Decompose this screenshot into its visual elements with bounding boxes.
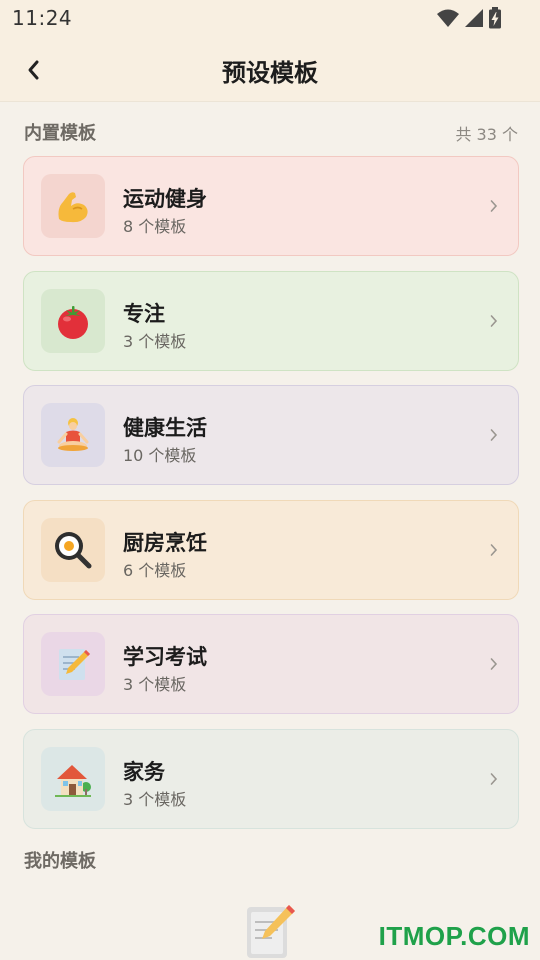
- page-title: 预设模板: [222, 59, 318, 87]
- template-count: 6: [123, 561, 134, 580]
- empty-state-icon: [244, 902, 298, 960]
- category-card-housework[interactable]: 家务 3 个模板: [23, 729, 519, 829]
- category-name: 厨房烹饪: [123, 531, 207, 555]
- signal-icon: [465, 9, 483, 27]
- chevron-right-icon: [490, 652, 500, 676]
- category-icon-box: [41, 632, 105, 696]
- template-unit-label: 个模板: [138, 217, 187, 236]
- category-icon-box: [41, 403, 105, 467]
- status-time: 11:24: [12, 6, 73, 30]
- chevron-right-icon: [490, 194, 500, 218]
- category-icon-box: [41, 747, 105, 811]
- category-card-fitness[interactable]: 运动健身 8 个模板: [23, 156, 519, 256]
- category-icon-box: [41, 174, 105, 238]
- chevron-right-icon: [490, 538, 500, 562]
- category-card-focus[interactable]: 专注 3 个模板: [23, 271, 519, 371]
- tomato-icon: [58, 306, 88, 339]
- watermark: ITMOP.COM: [378, 921, 530, 951]
- category-count: 3 个模板: [123, 671, 186, 695]
- template-count: 3: [123, 332, 134, 351]
- category-icon-box: [41, 289, 105, 353]
- frying-pan-egg-icon: [55, 532, 92, 569]
- template-count: 3: [123, 675, 134, 694]
- app-bar: 预设模板: [0, 38, 540, 102]
- template-count: 3: [123, 790, 134, 809]
- flexed-biceps-icon: [58, 192, 88, 223]
- template-count: 8: [123, 217, 134, 236]
- house-garden-icon: [55, 765, 91, 797]
- builtin-section-title: 内置模板: [24, 123, 96, 144]
- category-name: 家务: [123, 760, 165, 784]
- my-section-title: 我的模板: [24, 851, 96, 872]
- category-card-kitchen-cooking[interactable]: 厨房烹饪 6 个模板: [23, 500, 519, 600]
- category-name: 学习考试: [123, 645, 207, 669]
- category-count: 3 个模板: [123, 786, 186, 810]
- category-name: 专注: [123, 302, 165, 326]
- builtin-section-count: 共 33 个: [455, 125, 518, 144]
- category-name: 健康生活: [123, 416, 207, 440]
- status-bar: 11:24: [0, 0, 540, 38]
- category-count: 3 个模板: [123, 328, 186, 352]
- category-count: 6 个模板: [123, 557, 186, 581]
- chevron-right-icon: [490, 309, 500, 333]
- category-card-healthy-living[interactable]: 健康生活 10 个模板: [23, 385, 519, 485]
- category-card-study-exam[interactable]: 学习考试 3 个模板: [23, 614, 519, 714]
- status-icons: [436, 7, 502, 29]
- chevron-right-icon: [490, 423, 500, 447]
- category-name: 运动健身: [123, 187, 207, 211]
- category-count: 10 个模板: [123, 442, 196, 466]
- template-unit-label: 个模板: [138, 332, 187, 351]
- memo-pencil-icon: [59, 649, 90, 680]
- template-unit-label: 个模板: [138, 790, 187, 809]
- wifi-icon: [437, 9, 459, 27]
- chevron-right-icon: [490, 767, 500, 791]
- template-unit-label: 个模板: [138, 561, 187, 580]
- category-icon-box: [41, 518, 105, 582]
- template-unit-label: 个模板: [138, 675, 187, 694]
- battery-charging-icon: [489, 7, 501, 29]
- template-unit-label: 个模板: [148, 446, 197, 465]
- memo-pencil-icon: [247, 905, 295, 958]
- category-count: 8 个模板: [123, 213, 186, 237]
- template-count: 10: [123, 446, 144, 465]
- meditation-person-icon: [57, 418, 89, 451]
